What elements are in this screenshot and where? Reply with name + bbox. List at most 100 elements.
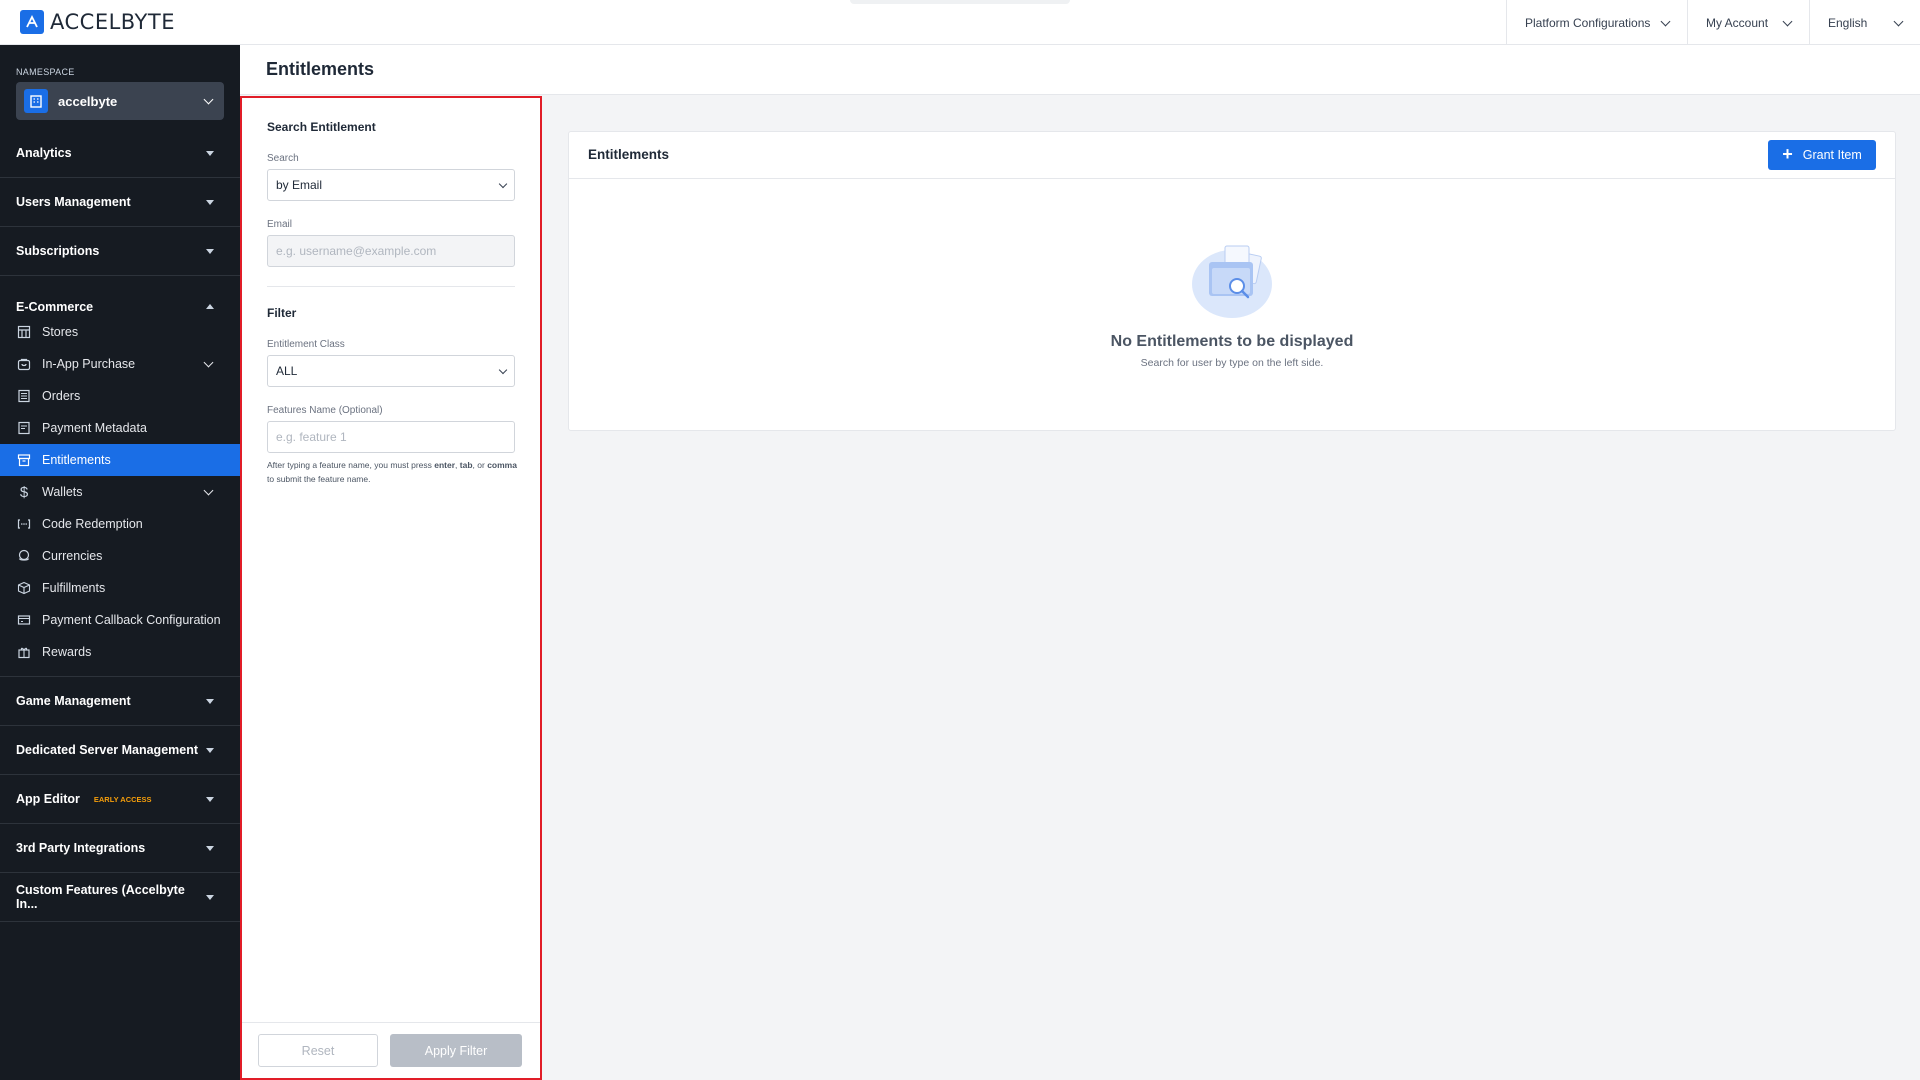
search-entitlement-heading: Search Entitlement <box>267 120 376 134</box>
sidebar-item-in-app-purchase[interactable]: In-App Purchase <box>0 348 240 380</box>
card-icon <box>16 612 32 628</box>
entitlement-class-value: ALL <box>276 364 298 378</box>
gift-icon <box>16 644 32 660</box>
sidebar-section-dedicated-server[interactable]: Dedicated Server Management <box>0 726 240 775</box>
sidebar-item-payment-metadata[interactable]: Payment Metadata <box>0 412 240 444</box>
chevron-down-icon <box>1660 16 1671 26</box>
chevron-down-icon <box>498 365 508 374</box>
top-bar: ACCELBYTE Platform Configurations My Acc… <box>0 0 1920 45</box>
sidebar-item-label: Orders <box>42 389 81 403</box>
building-icon <box>24 89 48 113</box>
reset-button[interactable]: Reset <box>258 1034 378 1067</box>
help-text-prefix: After typing a feature name, you must pr… <box>267 460 435 470</box>
sidebar-section-subscriptions[interactable]: Subscriptions <box>0 227 240 276</box>
sidebar-section-custom-features[interactable]: Custom Features (Accelbyte In... <box>0 873 240 922</box>
sidebar-section-ecommerce[interactable]: E-Commerce <box>0 276 240 316</box>
sidebar-item-orders[interactable]: Orders <box>0 380 240 412</box>
features-name-label: Features Name (Optional) <box>267 405 383 416</box>
top-menu: Platform Configurations My Account Engli… <box>1506 0 1920 45</box>
chevron-down-icon <box>203 485 214 496</box>
grant-item-button[interactable]: + Grant Item <box>1768 140 1876 170</box>
namespace-value: accelbyte <box>58 93 118 109</box>
caret-down-icon <box>206 894 214 900</box>
section-label: Custom Features (Accelbyte In... <box>16 883 185 911</box>
sidebar-section-app-editor[interactable]: App Editor EARLY ACCESS <box>0 775 240 824</box>
sidebar-item-label: Entitlements <box>42 453 111 467</box>
platform-configurations-menu[interactable]: Platform Configurations <box>1506 0 1687 45</box>
namespace-select[interactable]: accelbyte <box>16 82 224 120</box>
sidebar-item-label: Rewards <box>42 645 92 659</box>
dollar-icon: $ <box>19 483 29 501</box>
search-filter-panel: Search Entitlement Search by Email Email… <box>240 96 542 1080</box>
language-label: English <box>1828 15 1868 30</box>
document-icon <box>16 420 32 436</box>
entitlement-class-select[interactable]: ALL <box>267 355 515 387</box>
sidebar-item-rewards[interactable]: Rewards <box>0 636 240 668</box>
sidebar-item-wallets[interactable]: $ Wallets <box>0 476 240 508</box>
section-label: Dedicated Server Management <box>16 743 199 757</box>
platform-configurations-label: Platform Configurations <box>1525 15 1651 30</box>
email-label: Email <box>267 219 293 230</box>
my-account-label: My Account <box>1706 15 1769 30</box>
sidebar-section-game-management[interactable]: Game Management <box>0 677 240 726</box>
section-label: Users Management <box>16 195 131 209</box>
section-label: Subscriptions <box>16 244 100 258</box>
bag-icon <box>16 356 32 372</box>
caret-down-icon <box>206 150 214 156</box>
chevron-down-icon <box>498 179 508 188</box>
sidebar-item-label: Payment Metadata <box>42 421 147 435</box>
sidebar-item-payment-callback-configuration[interactable]: Payment Callback Configuration <box>0 604 240 636</box>
sidebar: NAMESPACE accelbyte Analytics Users Mana… <box>0 45 240 1080</box>
sidebar-item-stores[interactable]: Stores <box>0 316 240 348</box>
box-icon <box>16 580 32 596</box>
sidebar-item-code-redemption[interactable]: Code Redemption <box>0 508 240 540</box>
entitlements-card: Entitlements + Grant Item No Entitlement… <box>568 131 1896 431</box>
caret-up-icon <box>206 304 214 309</box>
features-name-field[interactable] <box>267 421 515 453</box>
caret-down-icon <box>206 747 214 753</box>
logo-mark-icon <box>20 10 44 34</box>
caret-down-icon <box>206 698 214 704</box>
email-field[interactable] <box>267 235 515 267</box>
sidebar-section-analytics[interactable]: Analytics <box>0 129 240 178</box>
search-type-select[interactable]: by Email <box>267 169 515 201</box>
chevron-down-icon <box>203 94 214 105</box>
caret-down-icon <box>206 199 214 205</box>
section-label: Analytics <box>16 146 72 160</box>
search-type-value: by Email <box>276 178 323 192</box>
sidebar-item-label: Currencies <box>42 549 103 563</box>
page-title: Entitlements <box>266 59 375 79</box>
sidebar-item-fulfillments[interactable]: Fulfillments <box>0 572 240 604</box>
orders-icon <box>16 388 32 404</box>
sidebar-section-users-management[interactable]: Users Management <box>0 178 240 227</box>
top-drag-handle <box>850 0 1070 4</box>
help-key-enter: enter <box>434 460 456 470</box>
my-account-menu[interactable]: My Account <box>1687 0 1809 45</box>
sidebar-item-label: Code Redemption <box>42 517 143 531</box>
sidebar-item-label: Payment Callback Configuration <box>42 613 221 627</box>
section-label: E-Commerce <box>16 300 94 314</box>
apply-filter-button[interactable]: Apply Filter <box>390 1034 522 1067</box>
sidebar-section-third-party[interactable]: 3rd Party Integrations <box>0 824 240 873</box>
sidebar-item-entitlements[interactable]: Entitlements <box>0 444 240 476</box>
early-access-badge: EARLY ACCESS <box>93 794 152 804</box>
caret-down-icon <box>206 845 214 851</box>
empty-search-illustration-icon <box>1187 240 1277 320</box>
namespace-label: NAMESPACE <box>16 67 75 77</box>
sidebar-item-currencies[interactable]: Currencies <box>0 540 240 572</box>
caret-down-icon <box>206 796 214 802</box>
empty-state-title: No Entitlements to be displayed <box>1110 333 1354 350</box>
entitlement-class-label: Entitlement Class <box>267 339 345 350</box>
search-label: Search <box>267 153 299 164</box>
filter-divider <box>267 286 515 287</box>
features-help-text: After typing a feature name, you must pr… <box>267 458 517 486</box>
card-header: Entitlements + Grant Item <box>569 132 1895 179</box>
language-menu[interactable]: English <box>1809 0 1920 45</box>
filter-footer: Reset Apply Filter <box>242 1022 540 1078</box>
page-header: Entitlements <box>240 45 1920 95</box>
chevron-down-icon <box>1893 16 1904 26</box>
coins-icon <box>16 548 32 564</box>
section-label: App Editor <box>16 792 80 806</box>
accelbyte-logo[interactable]: ACCELBYTE <box>20 10 175 34</box>
store-icon <box>16 324 32 340</box>
